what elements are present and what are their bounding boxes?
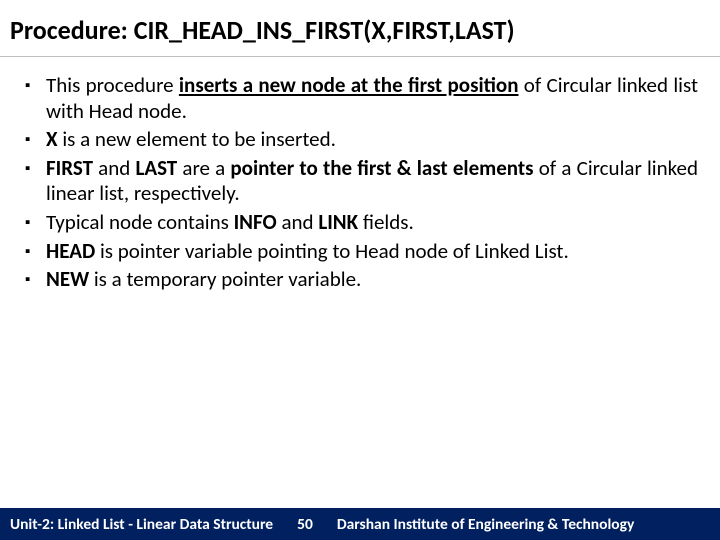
text: and: [93, 155, 136, 181]
list-item: Typical node contains INFO and LINK fiel…: [22, 210, 698, 236]
text: is a new element to be inserted.: [58, 126, 336, 152]
text-strong: INFO: [234, 209, 277, 235]
text-strong: HEAD: [46, 238, 95, 264]
text-strong: LINK: [318, 209, 358, 235]
text-strong: LAST: [135, 155, 177, 181]
bullet-list: This procedure inserts a new node at the…: [22, 73, 698, 293]
text: Typical node contains: [46, 209, 234, 235]
text-strong: NEW: [46, 266, 89, 292]
text-strong: pointer to the first & last elements: [230, 155, 533, 181]
text-strong-underline: inserts a new node at the first position: [179, 72, 519, 98]
text-strong: X: [46, 126, 58, 152]
text: fields.: [358, 209, 414, 235]
text: is pointer variable pointing to Head nod…: [95, 238, 569, 264]
text: and: [277, 209, 319, 235]
footer-unit: Unit-2: Linked List - Linear Data Struct…: [8, 515, 273, 534]
text: are a: [177, 155, 230, 181]
footer-institute: Darshan Institute of Engineering & Techn…: [337, 515, 634, 534]
list-item: FIRST and LAST are a pointer to the firs…: [22, 156, 698, 207]
text: This procedure: [46, 72, 179, 98]
text-strong: FIRST: [46, 155, 93, 181]
list-item: This procedure inserts a new node at the…: [22, 73, 698, 124]
slide-content: This procedure inserts a new node at the…: [0, 57, 720, 293]
list-item: NEW is a temporary pointer variable.: [22, 267, 698, 293]
slide-title: Procedure: CIR_HEAD_INS_FIRST(X,FIRST,LA…: [0, 0, 720, 57]
list-item: X is a new element to be inserted.: [22, 127, 698, 153]
list-item: HEAD is pointer variable pointing to Hea…: [22, 239, 698, 265]
slide-footer: Unit-2: Linked List - Linear Data Struct…: [0, 508, 720, 540]
text: is a temporary pointer variable.: [89, 266, 361, 292]
footer-page-number: 50: [297, 515, 313, 534]
